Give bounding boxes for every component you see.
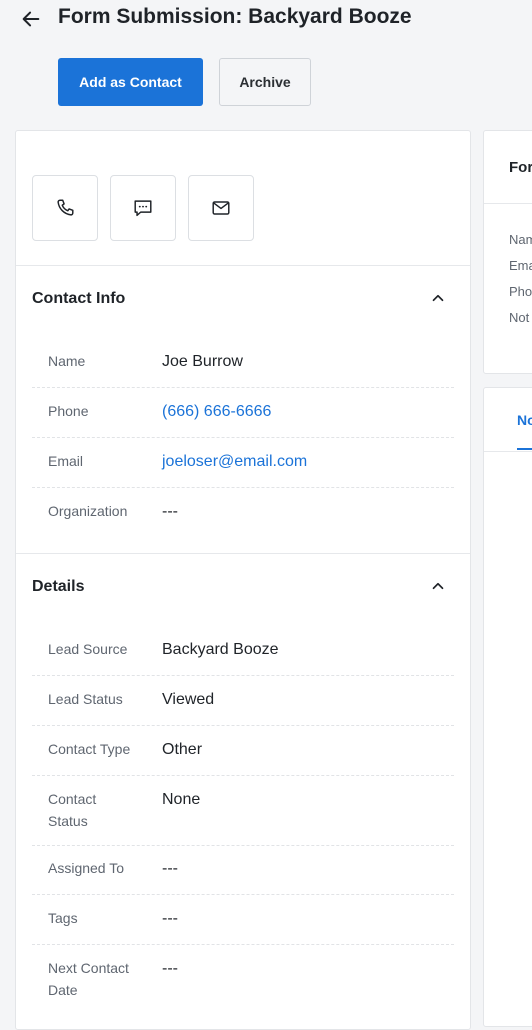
active-tab-indicator: [517, 448, 532, 450]
tab-notes[interactable]: No: [517, 412, 532, 428]
row-divider: [32, 387, 454, 388]
row-divider: [32, 675, 454, 676]
email-button[interactable]: [188, 175, 254, 241]
field-value-contact-type: Other: [162, 741, 203, 758]
field-label-lead-source: Lead Source: [48, 641, 128, 657]
contact-info-title: Contact Info: [32, 290, 126, 307]
phone-link[interactable]: (666) 666-6666: [162, 403, 271, 421]
field-label-contact-type: Contact Type: [48, 741, 131, 757]
mail-icon: [212, 201, 230, 215]
field-label-tags: Tags: [48, 910, 78, 926]
form-details-card: For Nam Ema Pho Not: [483, 130, 532, 374]
notes-card: No: [483, 387, 532, 1027]
form-field-label: Nam: [509, 232, 532, 247]
row-divider: [32, 845, 454, 846]
call-button[interactable]: [32, 175, 98, 241]
row-divider: [32, 894, 454, 895]
page-header: Form Submission: Backyard Booze: [0, 0, 532, 40]
divider: [16, 265, 470, 266]
field-label-next-contact-date: Next Contact Date: [48, 960, 129, 998]
contact-card: Contact Info Name Joe Burrow Phone (666)…: [15, 130, 471, 1030]
details-title: Details: [32, 578, 85, 595]
form-field-label: Ema: [509, 258, 532, 273]
field-label-assigned-to: Assigned To: [48, 860, 125, 876]
field-value-lead-source: Backyard Booze: [162, 641, 279, 658]
field-label-contact-status: Contact Status: [48, 791, 97, 829]
field-value-tags: ---: [162, 910, 178, 927]
archive-button[interactable]: Archive: [219, 58, 311, 106]
arrow-left-icon[interactable]: [20, 8, 42, 30]
field-label-email: Email: [48, 453, 84, 469]
row-divider: [32, 725, 454, 726]
field-value-lead-status: Viewed: [162, 691, 215, 708]
divider: [484, 451, 532, 452]
add-as-contact-button[interactable]: Add as Contact: [58, 58, 203, 106]
divider: [484, 203, 532, 204]
email-link[interactable]: joeloser@email.com: [162, 453, 307, 471]
form-field-label: Not: [509, 310, 530, 325]
field-value-assigned-to: ---: [162, 860, 178, 877]
row-divider: [32, 775, 454, 776]
form-card-title: For: [509, 159, 532, 176]
chevron-up-icon[interactable]: [429, 289, 447, 307]
message-icon: [134, 200, 152, 217]
field-label-name: Name: [48, 353, 86, 369]
field-value-name: Joe Burrow: [162, 353, 243, 370]
field-label-lead-status: Lead Status: [48, 691, 123, 707]
form-field-label: Pho: [509, 284, 532, 299]
phone-icon: [57, 199, 74, 216]
page-title: Form Submission: Backyard Booze: [58, 5, 412, 28]
row-divider: [32, 437, 454, 438]
divider: [16, 553, 470, 554]
chevron-up-icon[interactable]: [429, 577, 447, 595]
message-button[interactable]: [110, 175, 176, 241]
row-divider: [32, 944, 454, 945]
field-value-contact-status: None: [162, 791, 201, 808]
field-value-next-contact-date: ---: [162, 960, 178, 977]
field-value-organization: ---: [162, 503, 178, 520]
row-divider: [32, 487, 454, 488]
field-label-organization: Organization: [48, 503, 128, 519]
field-label-phone: Phone: [48, 403, 89, 419]
